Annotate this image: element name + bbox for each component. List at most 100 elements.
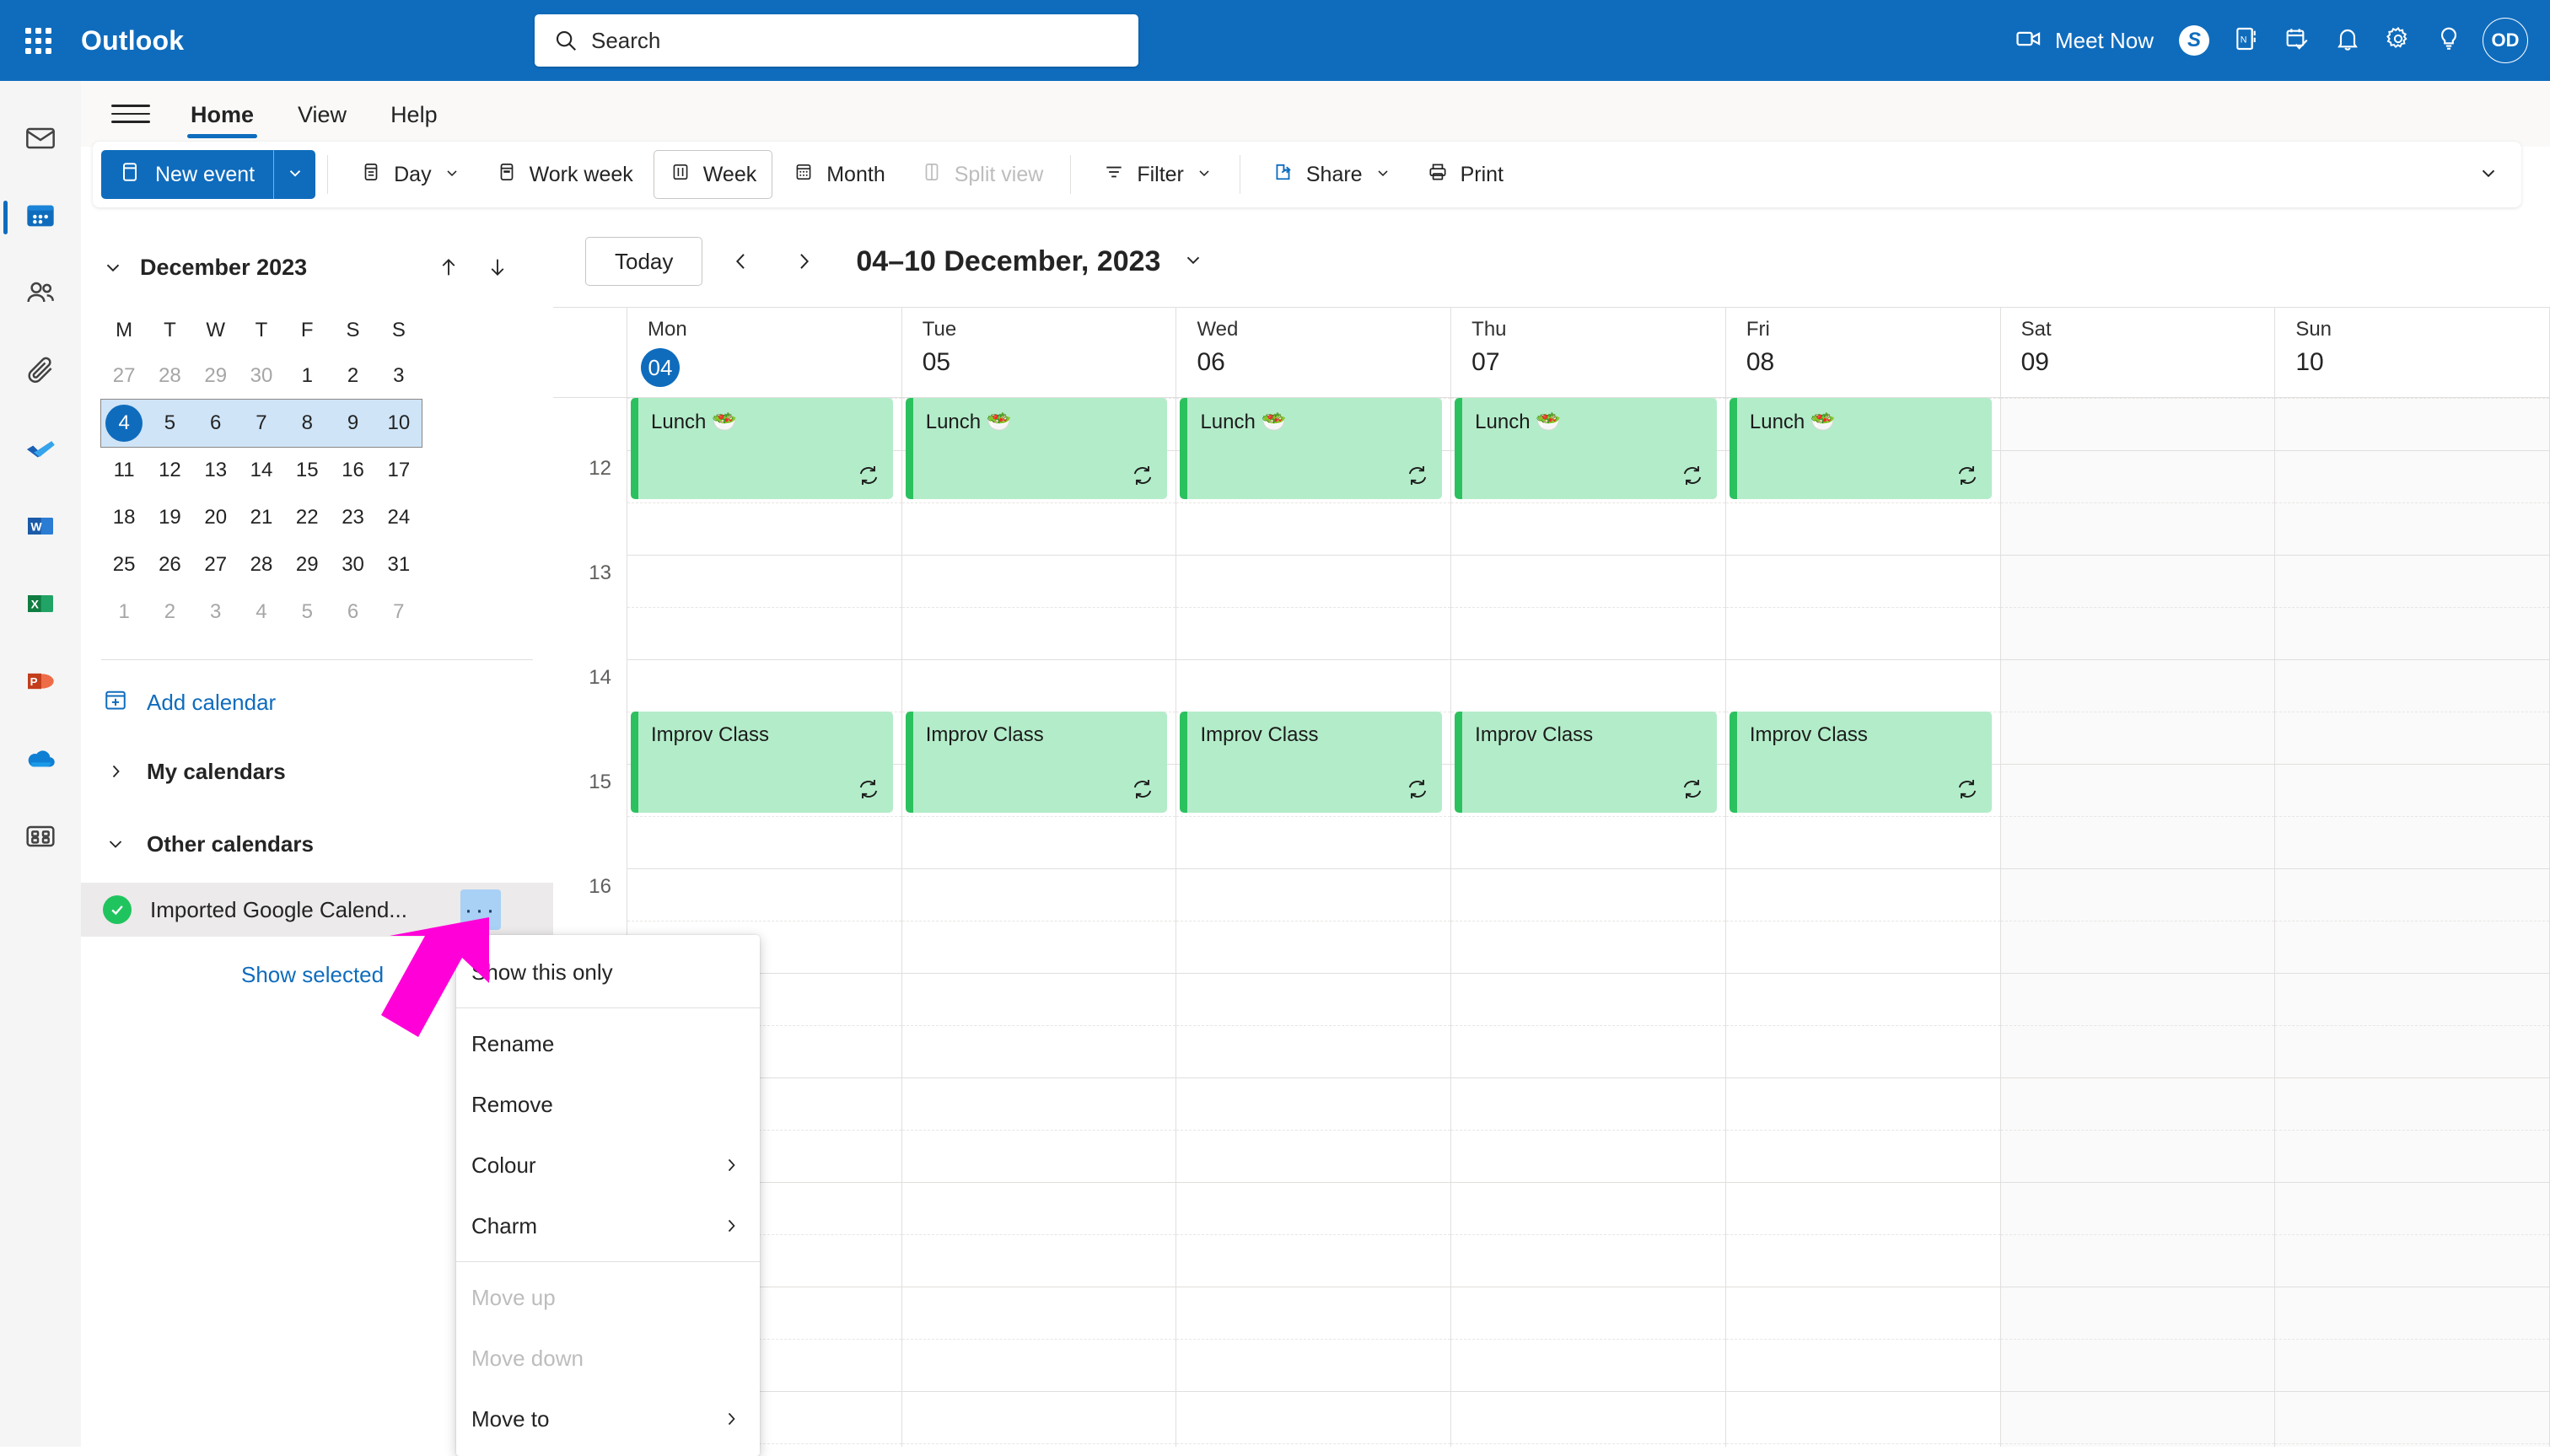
other-calendars-group[interactable]: Other calendars [81,814,553,874]
calendar-event[interactable]: Lunch 🥗 [1729,398,1992,499]
mini-calendar-day[interactable]: 6 [192,400,239,447]
my-calendars-group[interactable]: My calendars [81,741,553,802]
chevron-down-icon[interactable] [94,256,132,278]
mini-calendar-day[interactable]: 20 [193,494,239,541]
app-launcher-icon[interactable] [19,21,57,60]
mini-calendar-day[interactable]: 2 [330,352,375,400]
tab-home[interactable]: Home [187,87,258,142]
ellipsis-icon[interactable]: ··· [460,889,501,930]
calendar-day-header[interactable]: Fri 08 [1726,308,2001,397]
mini-calendar-day[interactable]: 27 [101,352,147,400]
mini-calendar-day[interactable]: 29 [193,352,239,400]
mini-calendar-day[interactable]: 18 [101,494,147,541]
new-event-button[interactable]: New event [101,150,316,199]
arrow-down-icon[interactable] [479,249,516,286]
tab-help[interactable]: Help [387,87,441,142]
calendar-day-column[interactable] [2275,398,2550,1447]
mini-calendar-day[interactable]: 7 [238,400,285,447]
filter-button[interactable]: Filter [1088,150,1228,199]
context-menu-item[interactable]: Charm [456,1195,760,1256]
mini-calendar-day[interactable]: 31 [376,541,422,588]
mini-calendar-day[interactable]: 23 [330,494,375,541]
mini-calendar-day[interactable]: 21 [239,494,284,541]
mini-calendar-day[interactable]: 9 [330,400,376,447]
mini-calendar-day[interactable]: 19 [147,494,192,541]
calendar-event[interactable]: Lunch 🥗 [631,398,893,499]
calendar-event[interactable]: Improv Class [905,712,1168,813]
calendar-day-column[interactable]: Lunch 🥗 Improv Class [1725,398,2001,1447]
chevron-down-icon[interactable] [444,163,460,187]
calendar-context-menu[interactable]: Show this only Rename Remove Colour Charm Mov… [456,935,760,1456]
date-range-picker[interactable]: 04–10 December, 2023 [856,245,1204,278]
add-calendar-button[interactable]: Add calendar [81,675,553,729]
mini-calendar-day[interactable]: 5 [147,400,193,447]
mini-calendar-day[interactable]: 14 [239,447,284,494]
sidebar-item-people[interactable] [0,256,81,334]
sidebar-item-mail[interactable] [0,101,81,179]
mini-calendar-day[interactable]: 30 [330,541,375,588]
mini-calendar-day[interactable]: 7 [376,588,422,636]
today-button[interactable]: Today [585,237,703,286]
meet-now-button[interactable]: Meet Now [2001,0,2167,81]
mini-calendar-day[interactable]: 6 [330,588,375,636]
calendar-checkbox[interactable] [103,895,132,924]
mini-calendar-day[interactable]: 3 [376,352,422,400]
print-button[interactable]: Print [1412,150,1519,199]
mini-calendar-day[interactable]: 8 [284,400,331,447]
mini-calendar-day[interactable]: 25 [101,541,147,588]
chevron-down-icon[interactable] [1375,163,1391,187]
mini-calendar-day[interactable]: 1 [101,588,147,636]
mini-calendar-day[interactable]: 3 [193,588,239,636]
avatar[interactable]: OD [2483,18,2528,63]
onenote-button[interactable]: N [2221,0,2272,81]
mini-calendar-day[interactable]: 29 [284,541,330,588]
calendar-day-header[interactable]: Sun 10 [2275,308,2550,397]
sidebar-item-powerpoint[interactable]: P [0,644,81,722]
mini-calendar-day[interactable]: 17 [376,447,422,494]
sidebar-item-excel[interactable]: X [0,567,81,644]
calendar-event[interactable]: Improv Class [1180,712,1443,813]
mini-calendar-day[interactable]: 24 [376,494,422,541]
share-button[interactable]: Share [1257,150,1407,199]
calendar-event[interactable]: Lunch 🥗 [1455,398,1717,499]
calendar-day-header[interactable]: Thu 07 [1451,308,1726,397]
calendar-event[interactable]: Lunch 🥗 [1180,398,1443,499]
mini-calendar-week-row[interactable]: 4 5 6 7 8 9 10 [100,399,422,448]
mini-calendar-day[interactable]: 30 [239,352,284,400]
mini-calendar-day[interactable]: 5 [284,588,330,636]
mini-calendar-day[interactable]: 2 [147,588,192,636]
mini-calendar-day[interactable]: 11 [101,447,147,494]
previous-week-button[interactable] [718,238,765,285]
mini-calendar-day[interactable]: 16 [330,447,375,494]
calendar-day-column[interactable]: Lunch 🥗 Improv Class [1451,398,1726,1447]
calendar-day-header[interactable]: Sat 09 [2001,308,2276,397]
sidebar-item-onedrive[interactable] [0,722,81,799]
mini-calendar-day[interactable]: 12 [147,447,192,494]
chevron-down-icon[interactable] [1196,163,1213,187]
show-selected-button[interactable]: Show selected [81,962,384,988]
tab-view[interactable]: View [294,87,350,142]
mini-calendar-week-row[interactable]: 18 19 20 21 22 23 24 [101,494,422,541]
calendar-day-column[interactable] [2000,398,2276,1447]
mini-calendar-day[interactable]: 4 [239,588,284,636]
mini-calendar-day[interactable]: 13 [193,447,239,494]
calendar-event[interactable]: Lunch 🥗 [905,398,1168,499]
mini-calendar-day[interactable]: 26 [147,541,192,588]
ribbon-collapse-button[interactable] [2477,142,2499,207]
context-menu-item[interactable]: Remove [456,1074,760,1135]
calendar-event[interactable]: Improv Class [1455,712,1717,813]
week-view-button[interactable]: Week [653,150,773,199]
next-week-button[interactable] [780,238,827,285]
context-menu-item[interactable]: Show this only [456,942,760,1002]
settings-button[interactable] [2373,0,2424,81]
new-event-dropdown[interactable] [273,150,316,199]
mini-calendar-week-row[interactable]: 25 26 27 28 29 30 31 [101,541,422,588]
mini-calendar-week-row[interactable]: 27 28 29 30 1 2 3 [101,352,422,400]
sidebar-item-files[interactable] [0,334,81,411]
calendar-list-item-imported-google[interactable]: Imported Google Calend... ··· [81,883,553,937]
work-week-view-button[interactable]: Work week [481,150,648,199]
calendar-day-header[interactable]: Wed 06 [1176,308,1452,397]
day-view-button[interactable]: Day [345,150,475,199]
hamburger-icon[interactable] [111,94,150,133]
search-box[interactable] [535,14,1138,67]
